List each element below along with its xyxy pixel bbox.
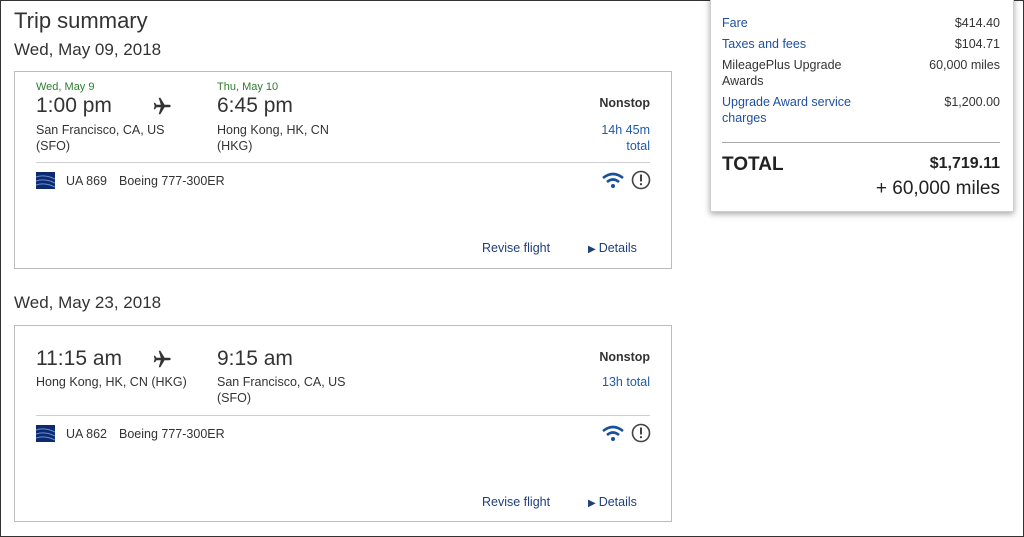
- departure-time: 1:00 pm: [36, 94, 112, 117]
- info-icon[interactable]: [631, 170, 651, 190]
- arrival-time: 6:45 pm: [217, 94, 293, 117]
- departure-city: Hong Kong, HK, CN (HKG): [36, 375, 187, 389]
- departure-airport-code: (SFO): [36, 139, 71, 153]
- arrival-time: 9:15 am: [217, 347, 293, 370]
- taxes-fees-link[interactable]: Taxes and fees: [722, 36, 882, 52]
- plane-icon: [153, 97, 171, 115]
- details-label: Details: [598, 241, 637, 255]
- page-title: Trip summary: [14, 8, 148, 33]
- arrival-city: San Francisco, CA, US: [217, 375, 346, 389]
- details-link[interactable]: ▶ Details: [588, 241, 637, 255]
- upgrade-awards-value: 60,000 miles: [929, 58, 1000, 72]
- service-charges-value: $1,200.00: [944, 95, 1000, 109]
- flight-date-heading: Wed, May 23, 2018: [14, 293, 162, 312]
- aircraft-type: Boeing 777-300ER: [119, 427, 225, 441]
- total-amount: $1,719.11: [929, 155, 1000, 172]
- card-divider: [36, 162, 650, 163]
- stops-label: Nonstop: [599, 96, 650, 110]
- total-label: TOTAL: [722, 154, 784, 175]
- duration-line1: 13h total: [602, 375, 650, 389]
- revise-flight-link[interactable]: Revise flight: [482, 495, 550, 509]
- upgrade-awards-label-line2: Awards: [722, 74, 764, 88]
- departure-city: San Francisco, CA, US: [36, 123, 165, 137]
- duration-line2: total: [626, 139, 650, 153]
- arrival-airport-code: (HKG): [217, 139, 253, 153]
- flight-number: UA 869: [66, 174, 108, 188]
- flight-number: UA 862: [66, 427, 108, 441]
- fare-value: $414.40: [954, 16, 1000, 30]
- info-icon[interactable]: [631, 423, 651, 443]
- triangle-right-icon: ▶: [588, 498, 596, 509]
- details-label: Details: [598, 495, 637, 509]
- stops-label: Nonstop: [599, 350, 650, 364]
- flight-card-return: 11:15 am 9:15 am Hong Kong, HK, CN (HKG)…: [14, 325, 672, 522]
- plane-icon: [153, 350, 171, 368]
- revise-flight-link[interactable]: Revise flight: [482, 241, 550, 255]
- wifi-icon: [602, 425, 624, 441]
- triangle-right-icon: ▶: [588, 244, 596, 255]
- arrival-date: Thu, May 10: [217, 81, 279, 93]
- summary-divider: [722, 142, 1000, 143]
- service-charges-link-line2[interactable]: charges: [722, 110, 882, 126]
- departure-time: 11:15 am: [36, 347, 122, 370]
- total-miles: + 60,000 miles: [875, 178, 1000, 199]
- flight-date-heading: Wed, May 09, 2018: [14, 40, 162, 59]
- details-link[interactable]: ▶ Details: [588, 495, 637, 509]
- united-logo-icon: [36, 425, 55, 442]
- upgrade-awards-label-line1: MileagePlus Upgrade: [722, 58, 842, 72]
- service-charges-link-line1[interactable]: Upgrade Award service: [722, 94, 882, 110]
- arrival-airport-code: (SFO): [217, 391, 252, 405]
- flight-card-outbound: Wed, May 9 Thu, May 10 1:00 pm 6:45 pm S…: [14, 71, 672, 269]
- arrival-city: Hong Kong, HK, CN: [217, 123, 329, 137]
- aircraft-type: Boeing 777-300ER: [119, 174, 225, 188]
- wifi-icon: [602, 172, 624, 188]
- departure-date: Wed, May 9: [36, 81, 95, 93]
- card-divider: [36, 415, 650, 416]
- price-summary-panel: Fare $414.40 Taxes and fees $104.71 Mile…: [710, 0, 1014, 212]
- united-logo-icon: [36, 172, 55, 189]
- duration-line1: 14h 45m: [601, 123, 650, 137]
- fare-link[interactable]: Fare: [722, 15, 882, 31]
- taxes-fees-value: $104.71: [954, 37, 1000, 51]
